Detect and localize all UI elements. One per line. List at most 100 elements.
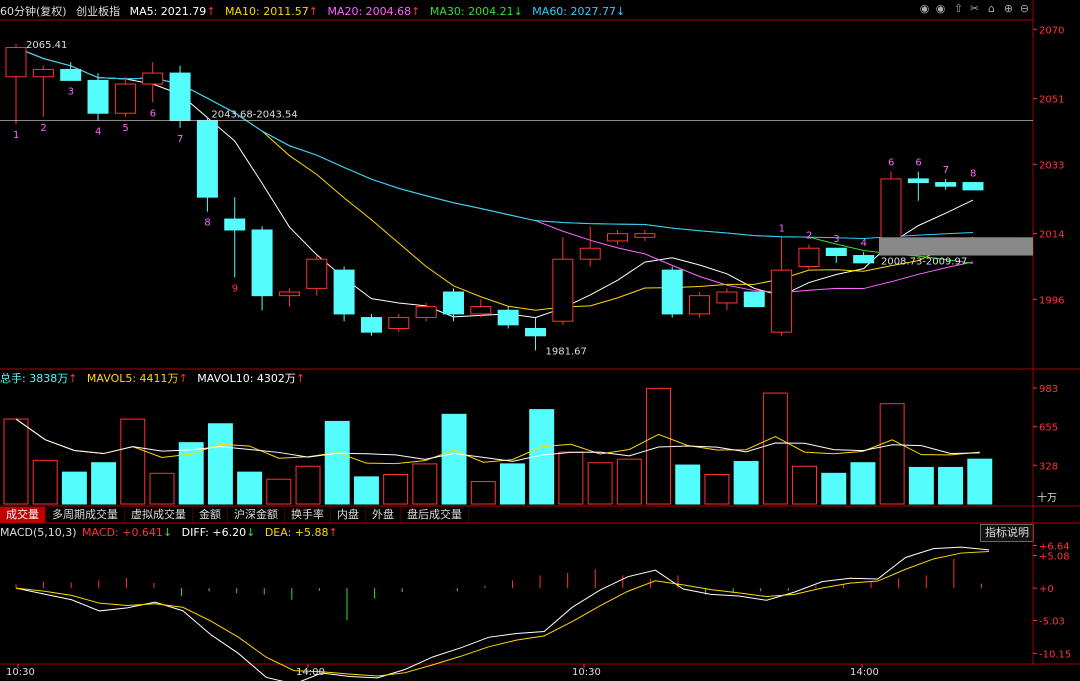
candle-body	[579, 247, 601, 260]
wave-label: 9	[232, 283, 238, 294]
candle-body	[716, 291, 738, 304]
wave-label: 6	[150, 108, 156, 119]
wave-label: 3	[68, 86, 74, 97]
volume-bar	[120, 418, 146, 505]
volume-bar	[675, 464, 701, 505]
candle-body	[880, 178, 902, 242]
volume-bar	[353, 476, 379, 505]
volume-bar	[558, 451, 584, 505]
mavol10-line	[15, 418, 980, 462]
wave-label: 7	[177, 134, 183, 145]
macd-tick-label: -5.03	[1039, 616, 1065, 627]
candle-body	[114, 83, 136, 114]
wave-label: 3	[833, 234, 839, 245]
price-tick-label: 2070	[1039, 25, 1064, 36]
candle-body	[743, 291, 765, 308]
wave-label: 4	[861, 238, 867, 249]
candle-body	[798, 247, 820, 267]
volume-bar	[587, 462, 613, 505]
volume-bar	[61, 471, 87, 505]
candle-body	[634, 233, 656, 238]
wave-label: 5	[122, 123, 128, 134]
candle-body	[196, 120, 218, 198]
candle-body	[32, 68, 54, 78]
time-label: 10:30	[572, 667, 601, 678]
wave-label: 6	[915, 158, 921, 169]
volume-bar	[324, 420, 350, 505]
volume-bar	[266, 478, 292, 505]
volume-bar	[908, 466, 934, 505]
wave-label: 8	[970, 169, 976, 180]
ma5-line	[15, 47, 974, 319]
high-annotation: 2065.41	[26, 40, 67, 51]
candle-body	[962, 182, 984, 191]
stock-chart-window: 60分钟(复权) 创业板指 MA5: 2021.79↑ MA10: 2011.5…	[0, 0, 1080, 681]
gap-annotation: 2043.68-2043.54	[211, 110, 297, 121]
wave-label: 2	[806, 231, 812, 242]
time-label: 14:00	[296, 667, 325, 678]
candle-body	[306, 258, 328, 289]
candle-body	[470, 306, 492, 315]
candle-body	[442, 291, 464, 315]
candle-body	[251, 229, 273, 297]
candle-body	[552, 258, 574, 322]
time-label: 10:30	[6, 667, 35, 678]
candle-body	[689, 295, 711, 315]
candle-body	[5, 47, 27, 78]
candle-body	[607, 233, 629, 242]
volume-bar	[207, 423, 233, 505]
candle-body	[907, 178, 929, 184]
volume-bar	[412, 463, 438, 505]
price-tick-label: 2014	[1039, 230, 1064, 241]
candle-body	[142, 72, 164, 85]
volume-bar	[178, 442, 204, 505]
price-tick-label: 2033	[1039, 160, 1064, 171]
candle-body	[333, 269, 355, 315]
volume-bar	[441, 413, 467, 505]
diff-line	[15, 546, 990, 681]
mavol5-line	[15, 418, 980, 465]
candle-body	[525, 328, 547, 337]
volume-bar	[646, 387, 671, 505]
volume-bar	[91, 462, 117, 505]
candle-body	[169, 72, 191, 122]
gap-zone-annotation: 2008.73-2009.97	[881, 257, 967, 268]
volume-bar	[938, 466, 964, 505]
volume-bar	[383, 474, 409, 505]
candle-body	[497, 309, 519, 326]
volume-bar	[704, 474, 730, 505]
macd-tick-label: +0	[1039, 584, 1054, 595]
volume-tick-label: 983	[1039, 384, 1058, 395]
gap-zone	[878, 237, 1033, 256]
volume-bar	[762, 392, 788, 505]
wave-label: 4	[95, 127, 101, 138]
volume-bar	[733, 461, 759, 505]
volume-bar	[149, 472, 175, 505]
price-tick-label: 1996	[1039, 295, 1064, 306]
volume-bar	[821, 472, 847, 505]
volume-tick-label: 655	[1039, 423, 1058, 434]
wave-label: 6	[888, 158, 894, 169]
time-label: 14:00	[850, 667, 879, 678]
candle-body	[388, 317, 410, 330]
price-tick-label: 2051	[1039, 95, 1064, 106]
candlestick-chart[interactable]: 2070 2051 2033 2014 1996 2065.41 1981.67 2043.6…	[0, 0, 1080, 681]
volume-bar	[879, 403, 905, 505]
candle-body	[87, 79, 109, 114]
candle-body	[60, 68, 82, 81]
candle-body	[224, 218, 246, 231]
volume-bar	[792, 465, 818, 505]
candle-body	[415, 306, 437, 319]
wave-label: 7	[943, 165, 949, 176]
candle-body	[360, 317, 382, 333]
volume-unit-label: 十万	[1037, 491, 1057, 504]
candle-body	[935, 182, 957, 187]
low-annotation: 1981.67	[546, 346, 587, 357]
macd-tick-label: -10.15	[1039, 649, 1071, 660]
wave-label: 1	[779, 223, 785, 234]
volume-bar	[850, 462, 876, 505]
macd-tick-label: +5.08	[1039, 552, 1070, 563]
candle-body	[661, 269, 683, 315]
volume-bar	[470, 481, 496, 505]
wave-label: 2	[40, 123, 46, 134]
